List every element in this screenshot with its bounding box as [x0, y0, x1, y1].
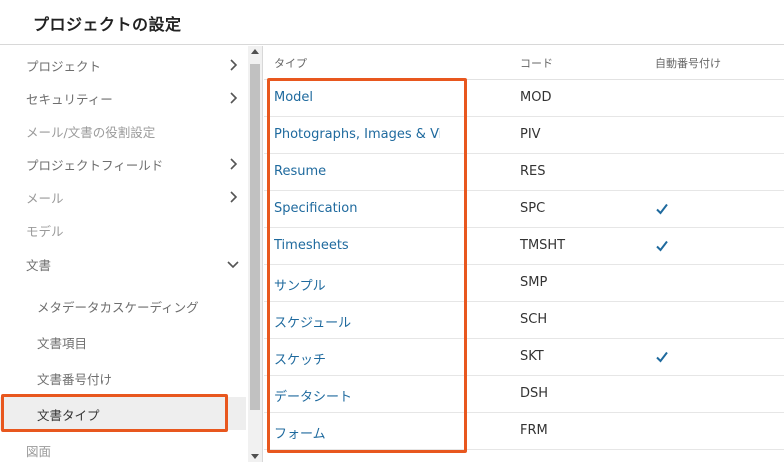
sidebar-item-label: 文書タイプ [37, 408, 100, 423]
column-header-code[interactable]: コード [520, 55, 553, 71]
chevron-down-icon[interactable] [226, 257, 240, 271]
table-row[interactable]: サンプル SMP [264, 265, 784, 302]
sidebar-item[interactable]: セキュリティー [0, 81, 246, 114]
sidebar-item-label: プロジェクトフィールド [26, 158, 164, 173]
sidebar-item[interactable]: 文書タイプ [0, 397, 246, 430]
sidebar-item-label: メタデータカスケーディング [37, 300, 199, 315]
sidebar-scrollbar[interactable] [248, 46, 262, 462]
document-type-code: SMP [520, 275, 548, 290]
table-row[interactable]: データシート DSH [264, 376, 784, 413]
chevron-right-icon[interactable] [226, 190, 240, 204]
document-type-code: SPC [520, 201, 546, 216]
sidebar-item-label: 文書項目 [37, 336, 88, 351]
table-row[interactable]: Timesheets TMSHT [264, 228, 784, 265]
document-type-code: SCH [520, 312, 548, 327]
document-type-code: FRM [520, 423, 548, 438]
document-type-link[interactable]: サンプル [274, 275, 440, 294]
chevron-right-icon[interactable] [226, 91, 240, 105]
table-row[interactable]: Resume RES [264, 154, 784, 191]
sidebar-item-label: メール/文書の役割設定 [26, 125, 156, 140]
sidebar-item[interactable]: 文書 [0, 247, 246, 280]
document-type-link[interactable]: データシート [274, 386, 440, 405]
table-row[interactable]: Model MOD [264, 80, 784, 117]
table-row[interactable]: Photographs, Images & Videos PIV [264, 117, 784, 154]
sidebar-item-label: プロジェクト [26, 59, 102, 74]
sidebar-item-label: メール [26, 191, 64, 206]
document-type-link[interactable]: Timesheets [274, 238, 440, 253]
chevron-right-icon[interactable] [226, 58, 240, 72]
sidebar-item[interactable]: 文書項目 [0, 325, 246, 358]
page-title: プロジェクトの設定 [33, 15, 182, 34]
sidebar-item: モデル [0, 213, 246, 246]
settings-sidebar: プロジェクト セキュリティーメール/文書の役割設定 プロジェクトフィールド メールモデ… [0, 46, 263, 462]
chevron-right-icon[interactable] [226, 157, 240, 171]
checkmark-icon [654, 201, 670, 217]
column-header-type[interactable]: タイプ [274, 55, 307, 71]
column-header-auto-numbering[interactable]: 自動番号付け [655, 55, 721, 71]
checkmark-icon [654, 238, 670, 254]
sidebar-item-label: 文書番号付け [37, 372, 113, 387]
sidebar-item[interactable]: メタデータカスケーディング [0, 289, 246, 322]
table-row[interactable]: Specification SPC [264, 191, 784, 228]
scroll-down-arrow-icon[interactable] [251, 454, 259, 459]
sidebar-item-label: 図面 [26, 444, 52, 459]
sidebar-item: メール [0, 180, 246, 213]
document-type-link[interactable]: スケジュール [274, 312, 440, 331]
document-type-link[interactable]: Model [274, 90, 440, 105]
sidebar-item-label: 文書 [26, 258, 52, 273]
document-type-code: DSH [520, 386, 549, 401]
sidebar-item: 図面 [0, 433, 246, 462]
checkmark-icon [654, 349, 670, 365]
document-types-table: タイプ コード 自動番号付け Model MOD Photographs, Imag… [264, 46, 784, 462]
sidebar-item[interactable]: プロジェクト [0, 48, 246, 81]
document-type-code: SKT [520, 349, 544, 364]
page-header: プロジェクトの設定 [0, 0, 784, 45]
document-type-code: PIV [520, 127, 541, 142]
document-type-link[interactable]: Resume [274, 164, 440, 179]
document-type-code: RES [520, 164, 546, 179]
table-row[interactable]: フォーム FRM [264, 413, 784, 450]
sidebar-item[interactable]: プロジェクトフィールド [0, 147, 246, 180]
sidebar-item: メール/文書の役割設定 [0, 114, 246, 147]
table-row[interactable]: スケジュール SCH [264, 302, 784, 339]
sidebar-item-label: モデル [26, 224, 64, 239]
document-type-link[interactable]: Photographs, Images & Videos [274, 127, 440, 142]
document-type-code: MOD [520, 90, 552, 105]
document-type-link[interactable]: スケッチ [274, 349, 440, 368]
sidebar-item[interactable]: 文書番号付け [0, 361, 246, 394]
document-type-link[interactable]: Specification [274, 201, 440, 216]
sidebar-item-label: セキュリティー [26, 92, 113, 107]
scroll-up-arrow-icon[interactable] [251, 49, 259, 54]
document-type-code: TMSHT [520, 238, 566, 253]
table-row[interactable]: スケッチ SKT [264, 339, 784, 376]
document-type-link[interactable]: フォーム [274, 423, 440, 442]
scroll-thumb[interactable] [250, 64, 260, 410]
